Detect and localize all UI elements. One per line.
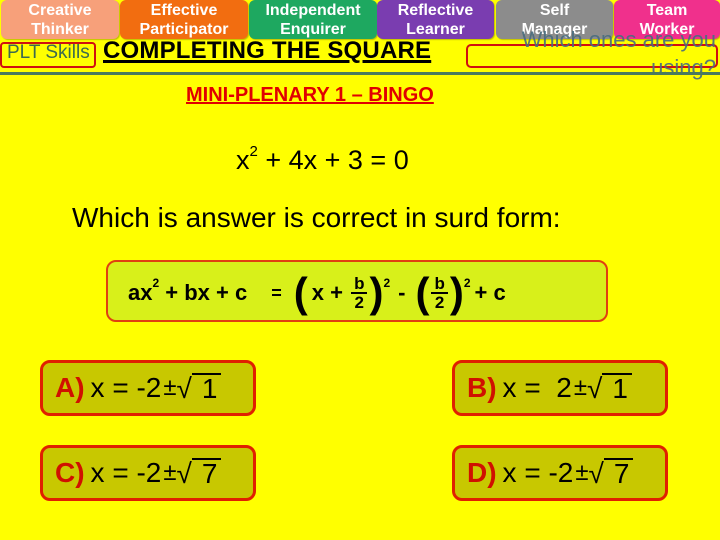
formula-exponent: 2	[383, 276, 391, 290]
answer-option-a[interactable]: A) x = -2 ± √ 1	[40, 360, 256, 416]
formula-open-paren: (	[293, 269, 308, 316]
plt-label-line1: Reflective	[397, 2, 474, 19]
option-prefix: x = -2	[90, 457, 162, 488]
square-root: √ 1	[177, 373, 222, 403]
fraction-numerator: b	[351, 275, 368, 294]
fraction-denominator: 2	[354, 293, 364, 312]
plt-label-line1: Independent	[265, 2, 361, 19]
option-prefix: x = 2	[502, 372, 572, 403]
plt-label-line1: Effective	[150, 2, 218, 19]
plus-minus-sign: ±	[575, 459, 589, 486]
plt-effective-participator[interactable]: Effective Participator	[120, 0, 248, 39]
formula-minus: -	[398, 280, 406, 305]
formula-fraction-2: b2	[431, 275, 448, 312]
radicand: 7	[191, 458, 222, 488]
radicand: 1	[191, 373, 222, 403]
square-root: √ 1	[587, 373, 632, 403]
plus-minus-sign: ±	[573, 374, 587, 401]
plt-independent-enquirer[interactable]: Independent Enquirer	[249, 0, 377, 39]
completing-square-formula: ax 2 + bx + c = ( x + b2 ) 2 - ( b2 ) 2 + c	[128, 266, 506, 320]
plt-label-line1: Creative	[28, 2, 92, 19]
equation-rest: + 4x + 3 = 0	[257, 145, 409, 175]
plus-minus-sign: ±	[163, 459, 177, 486]
formula-open-paren: (	[415, 269, 430, 316]
page-title: COMPLETING THE SQUARE	[103, 37, 432, 64]
formula-ax: ax	[128, 280, 153, 305]
formula-plus-c: + c	[474, 280, 506, 305]
formula-x-plus: x +	[311, 280, 350, 305]
answer-option-c[interactable]: C) x = -2 ± √ 7	[40, 445, 256, 501]
square-root: √ 7	[177, 458, 222, 488]
option-letter: D)	[467, 457, 497, 488]
radical-icon: √	[586, 373, 603, 404]
quadratic-equation: x2 + 4x + 3 = 0	[236, 143, 409, 176]
option-letter: B)	[467, 372, 497, 403]
header-divider	[0, 72, 720, 75]
formula-box: ax 2 + bx + c = ( x + b2 ) 2 - ( b2 ) 2 + c	[106, 260, 608, 322]
plt-label-line2: Thinker	[31, 21, 89, 38]
option-prefix: x = -2	[90, 372, 162, 403]
question-text: Which is answer is correct in surd form:	[72, 202, 561, 233]
fraction-denominator: 2	[434, 293, 445, 312]
option-letter: C)	[55, 457, 85, 488]
formula-close-paren: )	[449, 269, 464, 316]
plt-label-line1: Team	[646, 2, 688, 19]
answer-option-b[interactable]: B) x = 2 ± √ 1	[452, 360, 668, 416]
formula-exponent: 2	[463, 276, 471, 290]
formula-lhs-rest: + bx + c	[159, 280, 248, 305]
radical-icon: √	[176, 458, 192, 489]
square-root: √ 7	[589, 458, 634, 488]
plt-skills-label: PLT Skills	[7, 42, 90, 63]
plus-minus-sign: ±	[163, 374, 177, 401]
radical-icon: √	[588, 458, 604, 489]
formula-equals: =	[271, 282, 282, 303]
radicand: 7	[603, 458, 634, 488]
equation-x: x	[236, 145, 250, 175]
radicand: 1	[602, 373, 632, 403]
equation-exponent: 2	[249, 143, 258, 160]
formula-exponent: 2	[152, 276, 160, 290]
formula-fraction-1: b2	[351, 275, 368, 312]
subtitle: MINI-PLENARY 1 – BINGO	[186, 84, 434, 106]
option-letter: A)	[55, 372, 85, 403]
plt-creative-thinker[interactable]: Creative Thinker	[1, 0, 119, 39]
answer-option-d[interactable]: D) x = -2 ± √ 7	[452, 445, 668, 501]
formula-close-paren: )	[369, 269, 384, 316]
option-prefix: x = -2	[502, 457, 574, 488]
fraction-numerator: b	[431, 275, 448, 294]
radical-icon: √	[176, 373, 192, 404]
plt-label-line1: Self	[539, 2, 570, 19]
